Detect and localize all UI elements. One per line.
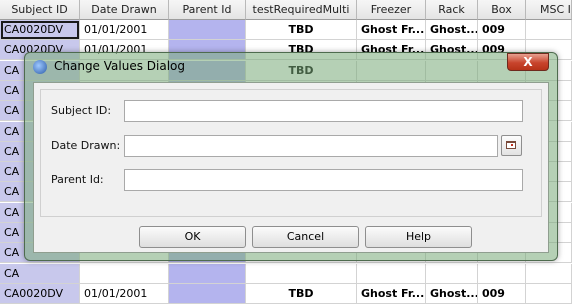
- table-cell-rack[interactable]: Ghost...: [426, 283, 478, 304]
- column-header-test-required-multi[interactable]: testRequiredMulti: [246, 0, 357, 20]
- date-picker-button[interactable]: [501, 135, 522, 156]
- table-cell-box[interactable]: 009: [478, 283, 526, 304]
- table-cell-rack[interactable]: Ghost...: [426, 20, 478, 40]
- table-cell-msc-id[interactable]: [526, 283, 572, 304]
- subject-id-field[interactable]: [124, 100, 523, 122]
- table-cell-parent-id[interactable]: [169, 20, 246, 40]
- table-cell-test-required-multi[interactable]: TBD: [246, 20, 357, 40]
- column-header-parent-id[interactable]: Parent Id: [169, 0, 246, 20]
- calendar-icon: [506, 141, 516, 149]
- dialog-title: Change Values Dialog: [54, 59, 185, 73]
- column-header-rack[interactable]: Rack: [426, 0, 478, 20]
- column-header-box[interactable]: Box: [478, 0, 526, 20]
- column-header-date-drawn[interactable]: Date Drawn: [80, 0, 169, 20]
- form-panel: Subject ID: Date Drawn: Parent Id:: [40, 89, 542, 217]
- table-cell-box[interactable]: 009: [478, 20, 526, 40]
- close-icon: X: [523, 55, 533, 69]
- table-cell-date-drawn[interactable]: 01/01/2001: [80, 283, 169, 304]
- parent-id-field[interactable]: [124, 169, 523, 191]
- dialog-titlebar[interactable]: Change Values Dialog X: [25, 53, 557, 81]
- table-cell-parent-id[interactable]: [169, 283, 246, 304]
- close-button[interactable]: X: [507, 53, 549, 71]
- dialog-content: Subject ID: Date Drawn: Parent Id: OK Ca…: [33, 82, 549, 253]
- column-header-msc-id[interactable]: MSC Ic: [526, 0, 572, 20]
- table-cell-msc-id[interactable]: [526, 20, 572, 40]
- table-cell-freezer[interactable]: Ghost Fr...: [357, 20, 426, 40]
- subject-id-label: Subject ID:: [51, 104, 112, 117]
- table-row[interactable]: CA0020DV 01/01/2001 TBD Ghost Fr... Ghost...…: [0, 283, 572, 304]
- table-cell-date-drawn[interactable]: 01/01/2001: [80, 20, 169, 40]
- column-header-subject-id[interactable]: Subject ID: [0, 0, 80, 20]
- app-icon: [33, 60, 47, 74]
- column-header-freezer[interactable]: Freezer: [357, 0, 426, 20]
- table-cell-test-required-multi[interactable]: TBD: [246, 283, 357, 304]
- date-drawn-label: Date Drawn:: [51, 139, 121, 152]
- table-cell-freezer[interactable]: Ghost Fr...: [357, 283, 426, 304]
- table-cell-subject-id[interactable]: CA0020DV: [0, 20, 80, 40]
- cancel-button[interactable]: Cancel: [252, 226, 359, 248]
- help-button[interactable]: Help: [365, 226, 472, 248]
- ok-button[interactable]: OK: [139, 226, 246, 248]
- parent-id-label: Parent Id:: [51, 173, 104, 186]
- date-drawn-field[interactable]: [124, 135, 498, 157]
- table-row[interactable]: CA0020DV 01/01/2001 TBD Ghost Fr... Ghost...…: [0, 20, 572, 40]
- change-values-dialog: Change Values Dialog X Subject ID: Date …: [24, 52, 558, 261]
- table-cell-subject-id[interactable]: CA0020DV: [0, 283, 80, 304]
